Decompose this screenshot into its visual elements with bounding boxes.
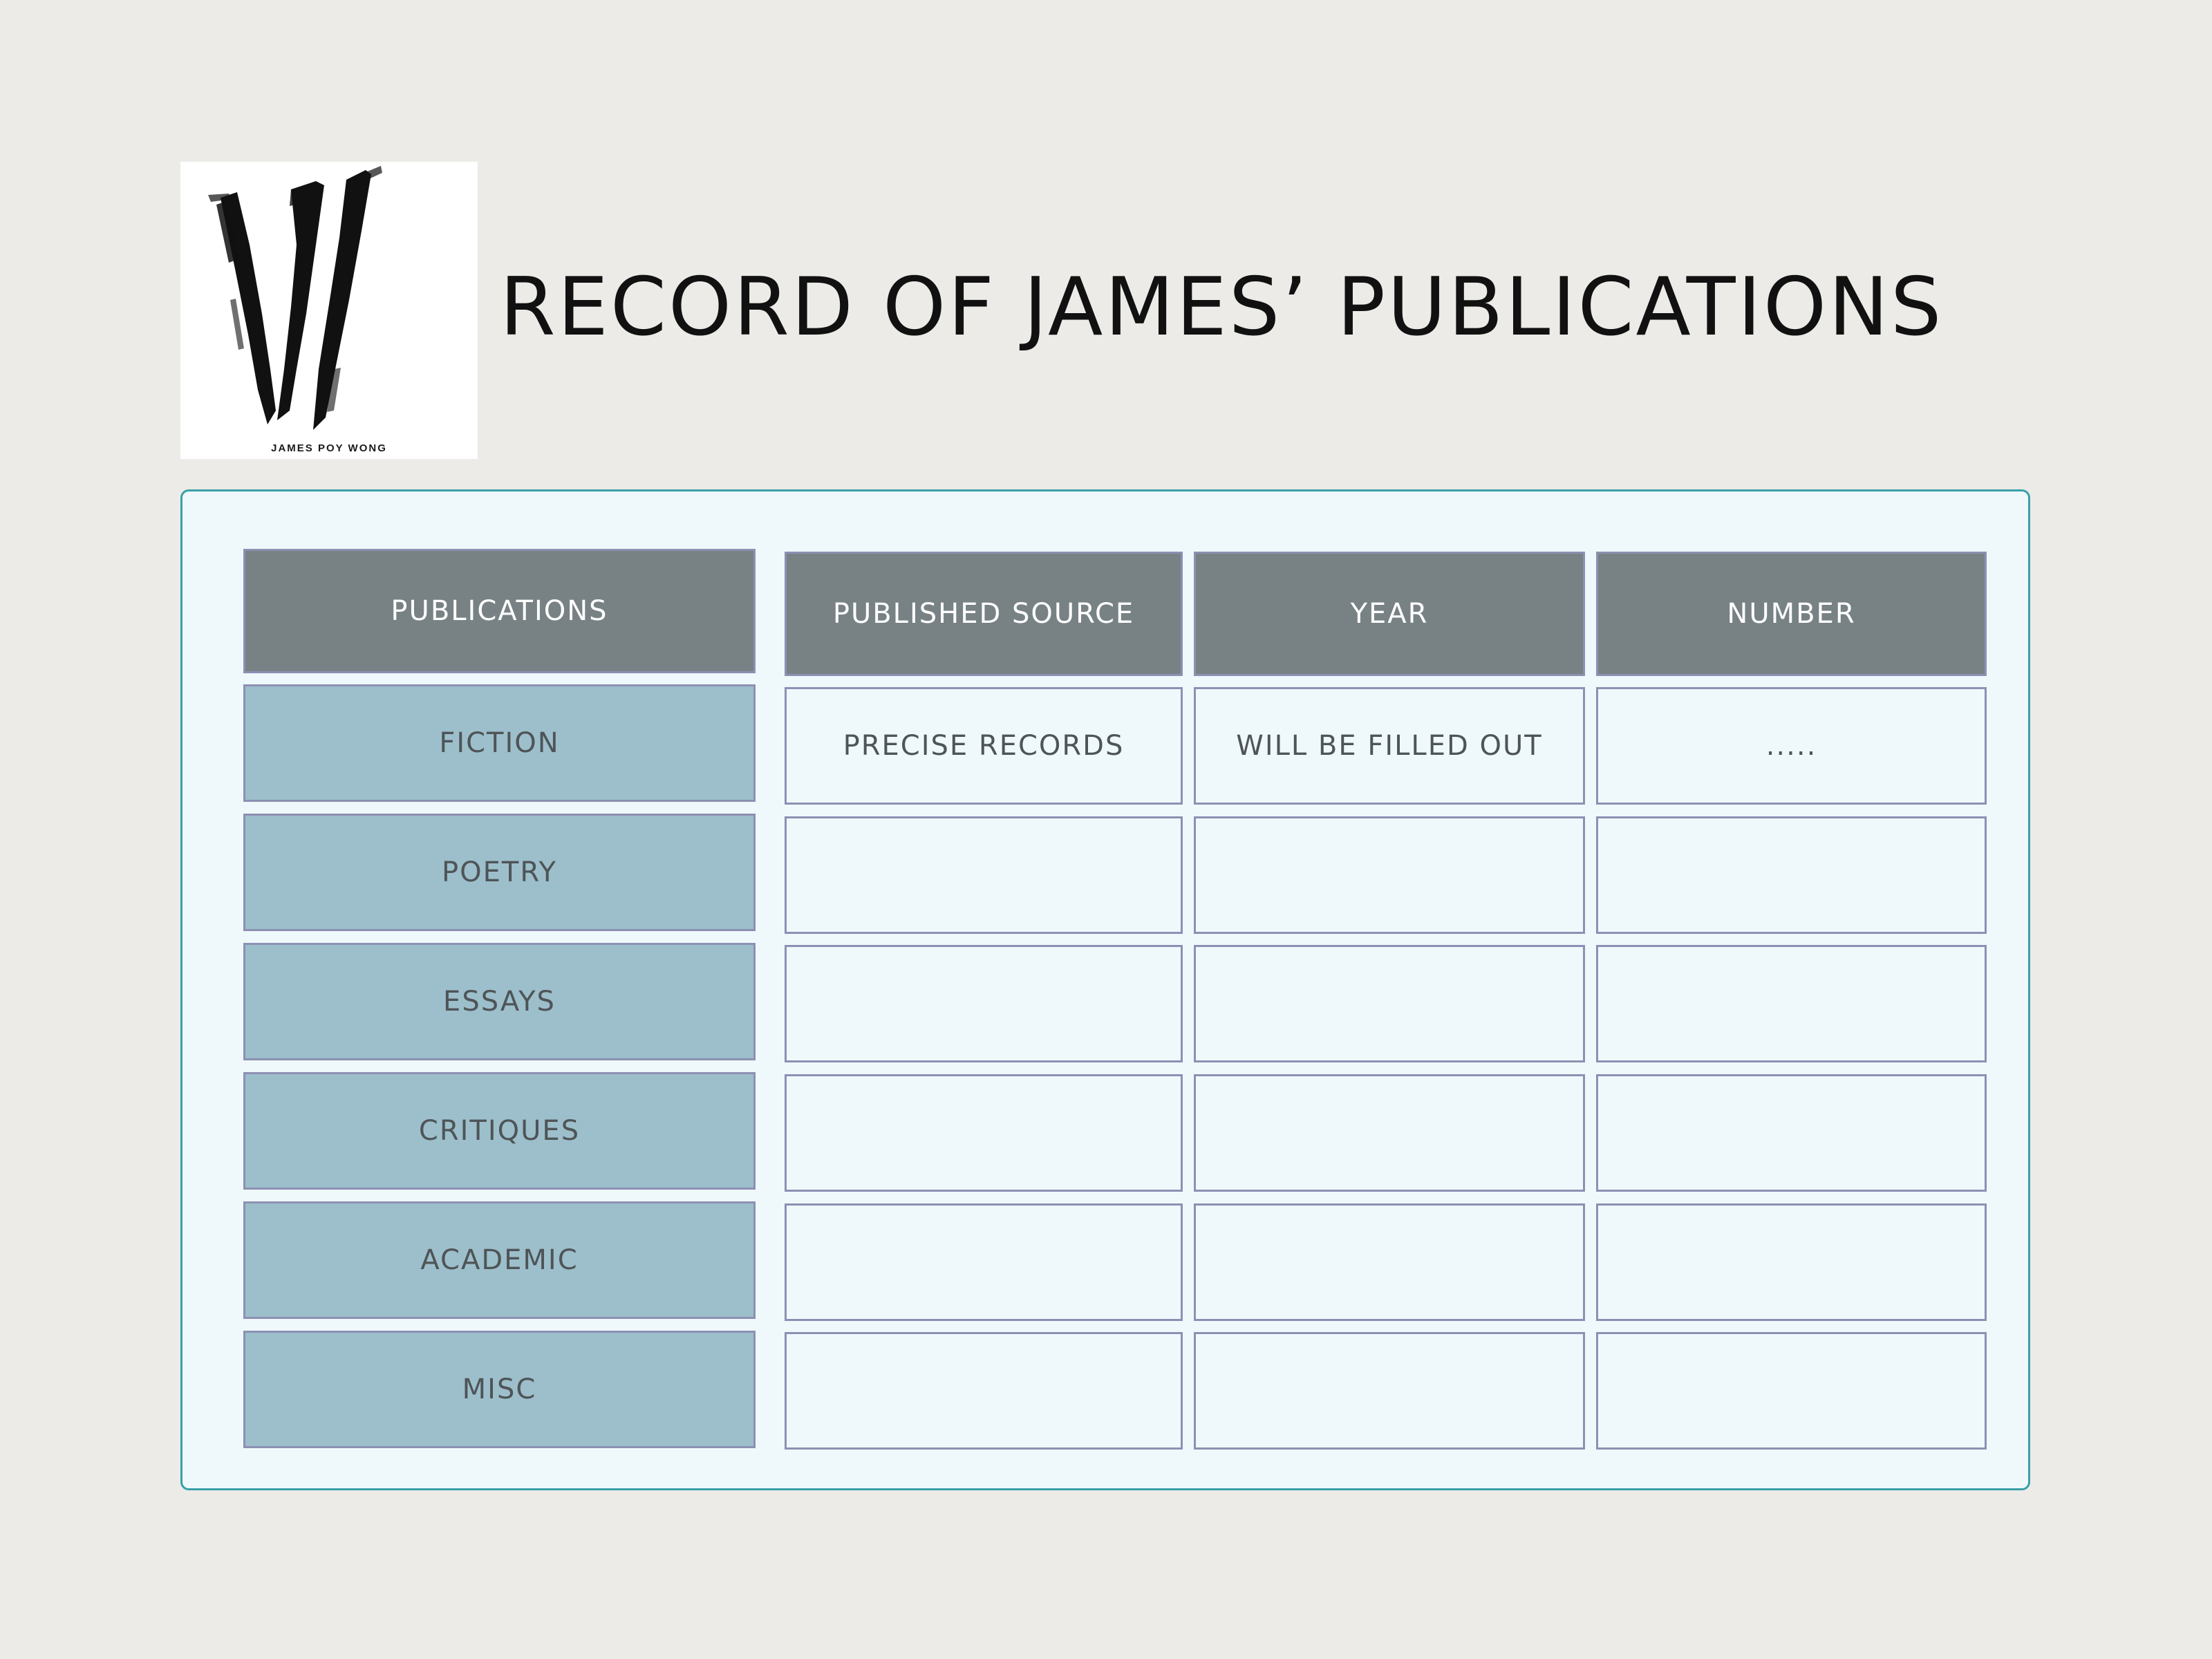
row-category-fiction: FICTION — [243, 684, 756, 802]
cell-number — [1596, 945, 1987, 1062]
cell-source — [785, 816, 1183, 934]
cell-year — [1194, 1074, 1585, 1192]
cell-source — [785, 1074, 1183, 1192]
logo-caption: JAMES POY WONG — [271, 442, 387, 454]
cell-year — [1194, 1203, 1585, 1321]
cell-number — [1596, 1074, 1987, 1192]
cell-year: WILL BE FILLED OUT — [1194, 687, 1585, 805]
cell-number — [1596, 816, 1987, 934]
row-category-poetry: POETRY — [243, 814, 756, 931]
publications-table-panel: PUBLICATIONS PUBLISHED SOURCE YEAR NUMBE… — [180, 489, 2030, 1490]
header-year: YEAR — [1194, 552, 1585, 676]
page-title: RECORD OF JAMES’ PUBLICATIONS — [500, 261, 1944, 354]
cell-source — [785, 945, 1183, 1062]
cell-year — [1194, 1332, 1585, 1450]
cell-number — [1596, 1332, 1987, 1450]
header-published-source: PUBLISHED SOURCE — [785, 552, 1183, 676]
header-number: NUMBER — [1596, 552, 1987, 676]
cell-year — [1194, 816, 1585, 934]
row-category-critiques: CRITIQUES — [243, 1072, 756, 1190]
brush-w-logo-icon — [208, 166, 382, 430]
row-category-misc: MISC — [243, 1331, 756, 1448]
row-category-essays: ESSAYS — [243, 943, 756, 1060]
cell-source — [785, 1332, 1183, 1450]
row-category-academic: ACADEMIC — [243, 1201, 756, 1319]
cell-source: PRECISE RECORDS — [785, 687, 1183, 805]
cell-year — [1194, 945, 1585, 1062]
logo: JAMES POY WONG — [180, 162, 478, 459]
cell-number: ..... — [1596, 687, 1987, 805]
cell-number — [1596, 1203, 1987, 1321]
header-publications: PUBLICATIONS — [243, 549, 756, 673]
cell-source — [785, 1203, 1183, 1321]
